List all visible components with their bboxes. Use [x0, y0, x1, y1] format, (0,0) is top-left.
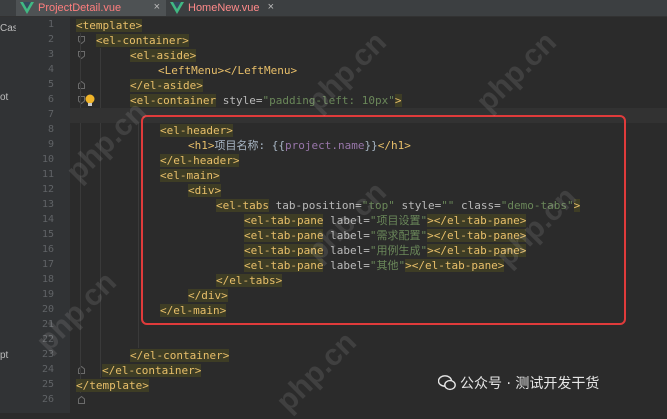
line-number: 4 [47, 64, 54, 75]
code-line: </el-container> [102, 363, 202, 378]
line-number: 2 [47, 34, 54, 45]
token: style= [216, 94, 263, 107]
line-number: 6 [47, 94, 54, 105]
wechat-icon [438, 375, 456, 391]
token: </LeftMenu> [224, 64, 298, 77]
line-number: 19 [41, 289, 54, 300]
token: > [394, 94, 402, 107]
code-line: </el-container> [130, 348, 230, 363]
line-number: 11 [41, 169, 54, 180]
code-line: <template> [76, 18, 143, 33]
indent-guide [100, 48, 101, 378]
token: <el-container [130, 94, 217, 107]
tab-project-detail[interactable]: ProjectDetail.vue × [16, 0, 166, 16]
line-number: 5 [47, 79, 54, 90]
line-number: 12 [41, 184, 54, 195]
line-number: 18 [41, 274, 54, 285]
token: <LeftMenu> [158, 64, 225, 77]
line-number: 10 [41, 154, 54, 165]
close-icon[interactable]: × [154, 1, 160, 13]
line-number: 24 [41, 364, 54, 375]
line-number: 14 [41, 214, 54, 225]
token: </el-aside> [130, 79, 203, 92]
panel-text: ot [0, 92, 9, 103]
indent-guide [80, 33, 81, 393]
brand-text: 公众号 · 测试开发干货 [460, 376, 600, 392]
panel-text: pt [0, 350, 9, 361]
vue-file-icon [20, 2, 34, 14]
editor-tab-bar: ProjectDetail.vue × HomeNew.vue × [0, 0, 667, 17]
tab-home-new[interactable]: HomeNew.vue × [166, 0, 280, 16]
code-line: <el-aside> [130, 48, 197, 63]
line-number: 16 [41, 244, 54, 255]
tab-label: HomeNew.vue [188, 2, 260, 14]
code-line: </template> [76, 378, 149, 393]
vue-file-icon [170, 2, 184, 14]
project-panel-edge: Cas ot pt [0, 17, 18, 413]
token: </el-container> [102, 364, 202, 377]
brand-label: 公众号 · 测试开发干货 [438, 372, 599, 394]
line-number: 17 [41, 259, 54, 270]
line-number: 26 [41, 394, 54, 405]
close-icon[interactable]: × [268, 1, 274, 13]
line-number: 13 [41, 199, 54, 210]
line-number: 3 [47, 49, 54, 60]
line-number: 8 [47, 124, 54, 135]
tab-label: ProjectDetail.vue [38, 2, 122, 14]
line-number: 25 [41, 379, 54, 390]
line-number: 9 [47, 139, 54, 150]
code-line: <el-container style="padding-left: 10px"… [130, 93, 402, 108]
line-number-gutter: 1 2 3 4 5 6 7 8 9 10 11 12 13 14 15 16 1… [16, 17, 85, 413]
token: </el-container> [130, 349, 230, 362]
token: template [82, 19, 136, 32]
token: <el-aside> [130, 49, 197, 62]
code-line: </el-aside> [130, 78, 203, 93]
code-line: <el-container> [96, 33, 189, 48]
line-number: 1 [47, 19, 54, 30]
code-line: <LeftMenu></LeftMenu> [158, 63, 297, 78]
line-number: 15 [41, 229, 54, 240]
token: <el-container> [96, 34, 189, 47]
token: </template> [76, 379, 149, 392]
indent-guide [138, 108, 139, 348]
token: < [76, 19, 83, 32]
line-number: 7 [47, 109, 54, 120]
token: > [135, 19, 143, 32]
